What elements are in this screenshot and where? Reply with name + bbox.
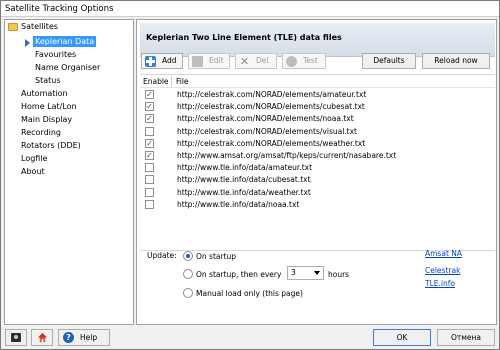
radio-startup-every[interactable]	[183, 269, 193, 279]
edit-label: Edit	[209, 56, 224, 65]
col-file-header: File	[176, 77, 189, 86]
hours-suffix-label: hours	[328, 270, 350, 279]
link-celestrak[interactable]: Celestrak	[425, 266, 460, 275]
file-url: http://www.tle.info/data/weather.txt	[177, 187, 311, 197]
camera-icon	[11, 333, 21, 342]
update-label: Update:	[147, 251, 177, 260]
nav-item-status[interactable]: Status	[35, 75, 61, 86]
home-button[interactable]	[31, 329, 53, 346]
help-label: Help	[80, 333, 98, 342]
list-item[interactable]: http://www.tle.info/data/cubesat.txt	[140, 174, 495, 186]
enable-checkbox[interactable]	[145, 126, 154, 136]
delete-x-icon: ✕	[239, 55, 250, 68]
nav-item-recording[interactable]: Recording	[21, 127, 61, 138]
defaults-button[interactable]: Defaults	[362, 53, 416, 69]
file-url: http://www.tle.info/data/amateur.txt	[177, 163, 313, 173]
list-item[interactable]: ✓ http://celestrak.com/NORAD/elements/cub…	[140, 101, 495, 113]
col-enable-header: Enable	[143, 77, 169, 86]
test-label: Test	[303, 56, 318, 65]
file-url: http://celestrak.com/NORAD/elements/cube…	[177, 102, 365, 112]
enable-checkbox[interactable]	[145, 163, 154, 173]
nav-item-rotators[interactable]: Rotators (DDE)	[21, 140, 81, 151]
edit-button[interactable]: Edit	[188, 53, 230, 69]
add-button[interactable]: Add	[141, 53, 183, 69]
radio-on-startup[interactable]	[183, 251, 193, 261]
file-url: http://www.amsat.org/amsat/ftp/keps/curr…	[177, 151, 397, 160]
help-button[interactable]: ? Help	[58, 329, 110, 346]
enable-checkbox[interactable]	[145, 187, 154, 197]
reload-now-button[interactable]: Reload now	[422, 53, 490, 69]
settings-nav-tree: Satellites Keplerian Data Favourites Nam…	[4, 19, 134, 325]
nav-item-main-display[interactable]: Main Display	[21, 114, 72, 125]
file-url: http://www.tle.info/data/cubesat.txt	[177, 175, 311, 185]
file-url: http://celestrak.com/NORAD/elements/weat…	[177, 138, 366, 148]
del-label: Del	[256, 56, 269, 65]
nav-item-about[interactable]: About	[21, 166, 45, 177]
chevron-down-icon	[314, 271, 320, 275]
nav-item-home-lat-lon[interactable]: Home Lat/Lon	[21, 101, 77, 112]
del-button[interactable]: ✕ Del	[235, 53, 277, 69]
home-icon	[37, 332, 48, 343]
radio-manual-load-label: Manual load only (this page)	[196, 289, 303, 298]
hours-select[interactable]: 3	[287, 266, 324, 280]
enable-checkbox[interactable]: ✓	[145, 138, 154, 148]
add-label: Add	[162, 56, 177, 65]
help-icon: ?	[63, 332, 74, 343]
title-bar: Satellite Tracking Options	[1, 1, 499, 17]
window-title: Satellite Tracking Options	[5, 4, 114, 14]
list-item[interactable]: ✓ http://celestrak.com/NORAD/elements/ama…	[140, 89, 495, 101]
file-url: http://celestrak.com/NORAD/elements/noaa…	[177, 114, 354, 124]
nav-item-logfile[interactable]: Logfile	[21, 153, 47, 164]
tle-settings-panel: Keplerian Two Line Element (TLE) data fi…	[136, 19, 497, 325]
selected-arrow-icon	[25, 39, 30, 47]
file-url: http://www.tle.info/data/noaa.txt	[177, 199, 300, 209]
file-url: http://celestrak.com/NORAD/elements/visu…	[177, 126, 357, 136]
link-tle-info[interactable]: TLE.info	[425, 279, 455, 288]
enable-checkbox[interactable]: ✓	[145, 114, 154, 124]
list-header: Enable File	[140, 75, 495, 88]
edit-icon	[192, 56, 203, 67]
list-item[interactable]: http://www.tle.info/data/noaa.txt	[140, 199, 495, 211]
radio-manual-load[interactable]	[183, 288, 193, 298]
list-item[interactable]: http://www.tle.info/data/weather.txt	[140, 187, 495, 199]
nav-item-name-organiser[interactable]: Name Organiser	[35, 62, 100, 73]
file-url: http://celestrak.com/NORAD/elements/amat…	[177, 90, 367, 99]
enable-checkbox[interactable]: ✓	[145, 102, 154, 112]
ok-button[interactable]: OK	[373, 329, 431, 346]
enable-checkbox[interactable]: ✓	[145, 90, 154, 99]
radio-on-startup-label: On startup	[196, 252, 237, 261]
nav-item-satellites[interactable]: Satellites	[21, 21, 58, 32]
plus-icon	[145, 56, 156, 67]
cancel-button[interactable]: Отмена	[437, 329, 495, 346]
nav-item-keplerian-data[interactable]: Keplerian Data	[33, 36, 97, 47]
column-separator	[171, 76, 172, 87]
options-window: Satellite Tracking Options Satellites Ke…	[0, 0, 500, 350]
list-item[interactable]: ✓ http://celestrak.com/NORAD/elements/noa…	[140, 113, 495, 125]
enable-checkbox[interactable]	[145, 199, 154, 209]
list-item[interactable]: ✓ http://celestrak.com/NORAD/elements/wea…	[140, 138, 495, 150]
enable-checkbox[interactable]	[145, 175, 154, 185]
panel-header: Keplerian Two Line Element (TLE) data fi…	[140, 23, 495, 57]
tle-file-list: Enable File ✓ http://celestrak.com/NORAD/…	[140, 74, 495, 251]
link-amsat-na[interactable]: Amsat NA	[425, 249, 462, 258]
test-icon	[286, 56, 297, 67]
panel-title: Keplerian Two Line Element (TLE) data fi…	[146, 33, 342, 42]
radio-startup-every-label: On startup, then every	[196, 270, 282, 279]
nav-item-favourites[interactable]: Favourites	[35, 49, 76, 60]
list-item[interactable]: ✓ http://www.amsat.org/amsat/ftp/keps/cur…	[140, 150, 495, 162]
list-item[interactable]: http://www.tle.info/data/amateur.txt	[140, 162, 495, 174]
list-item[interactable]: http://celestrak.com/NORAD/elements/visu…	[140, 126, 495, 138]
hours-value: 3	[291, 268, 296, 277]
nav-item-automation[interactable]: Automation	[21, 88, 68, 99]
test-button[interactable]: Test	[282, 53, 326, 69]
enable-checkbox[interactable]: ✓	[145, 151, 154, 160]
screenshot-button[interactable]	[5, 329, 27, 346]
folder-icon	[8, 23, 18, 31]
